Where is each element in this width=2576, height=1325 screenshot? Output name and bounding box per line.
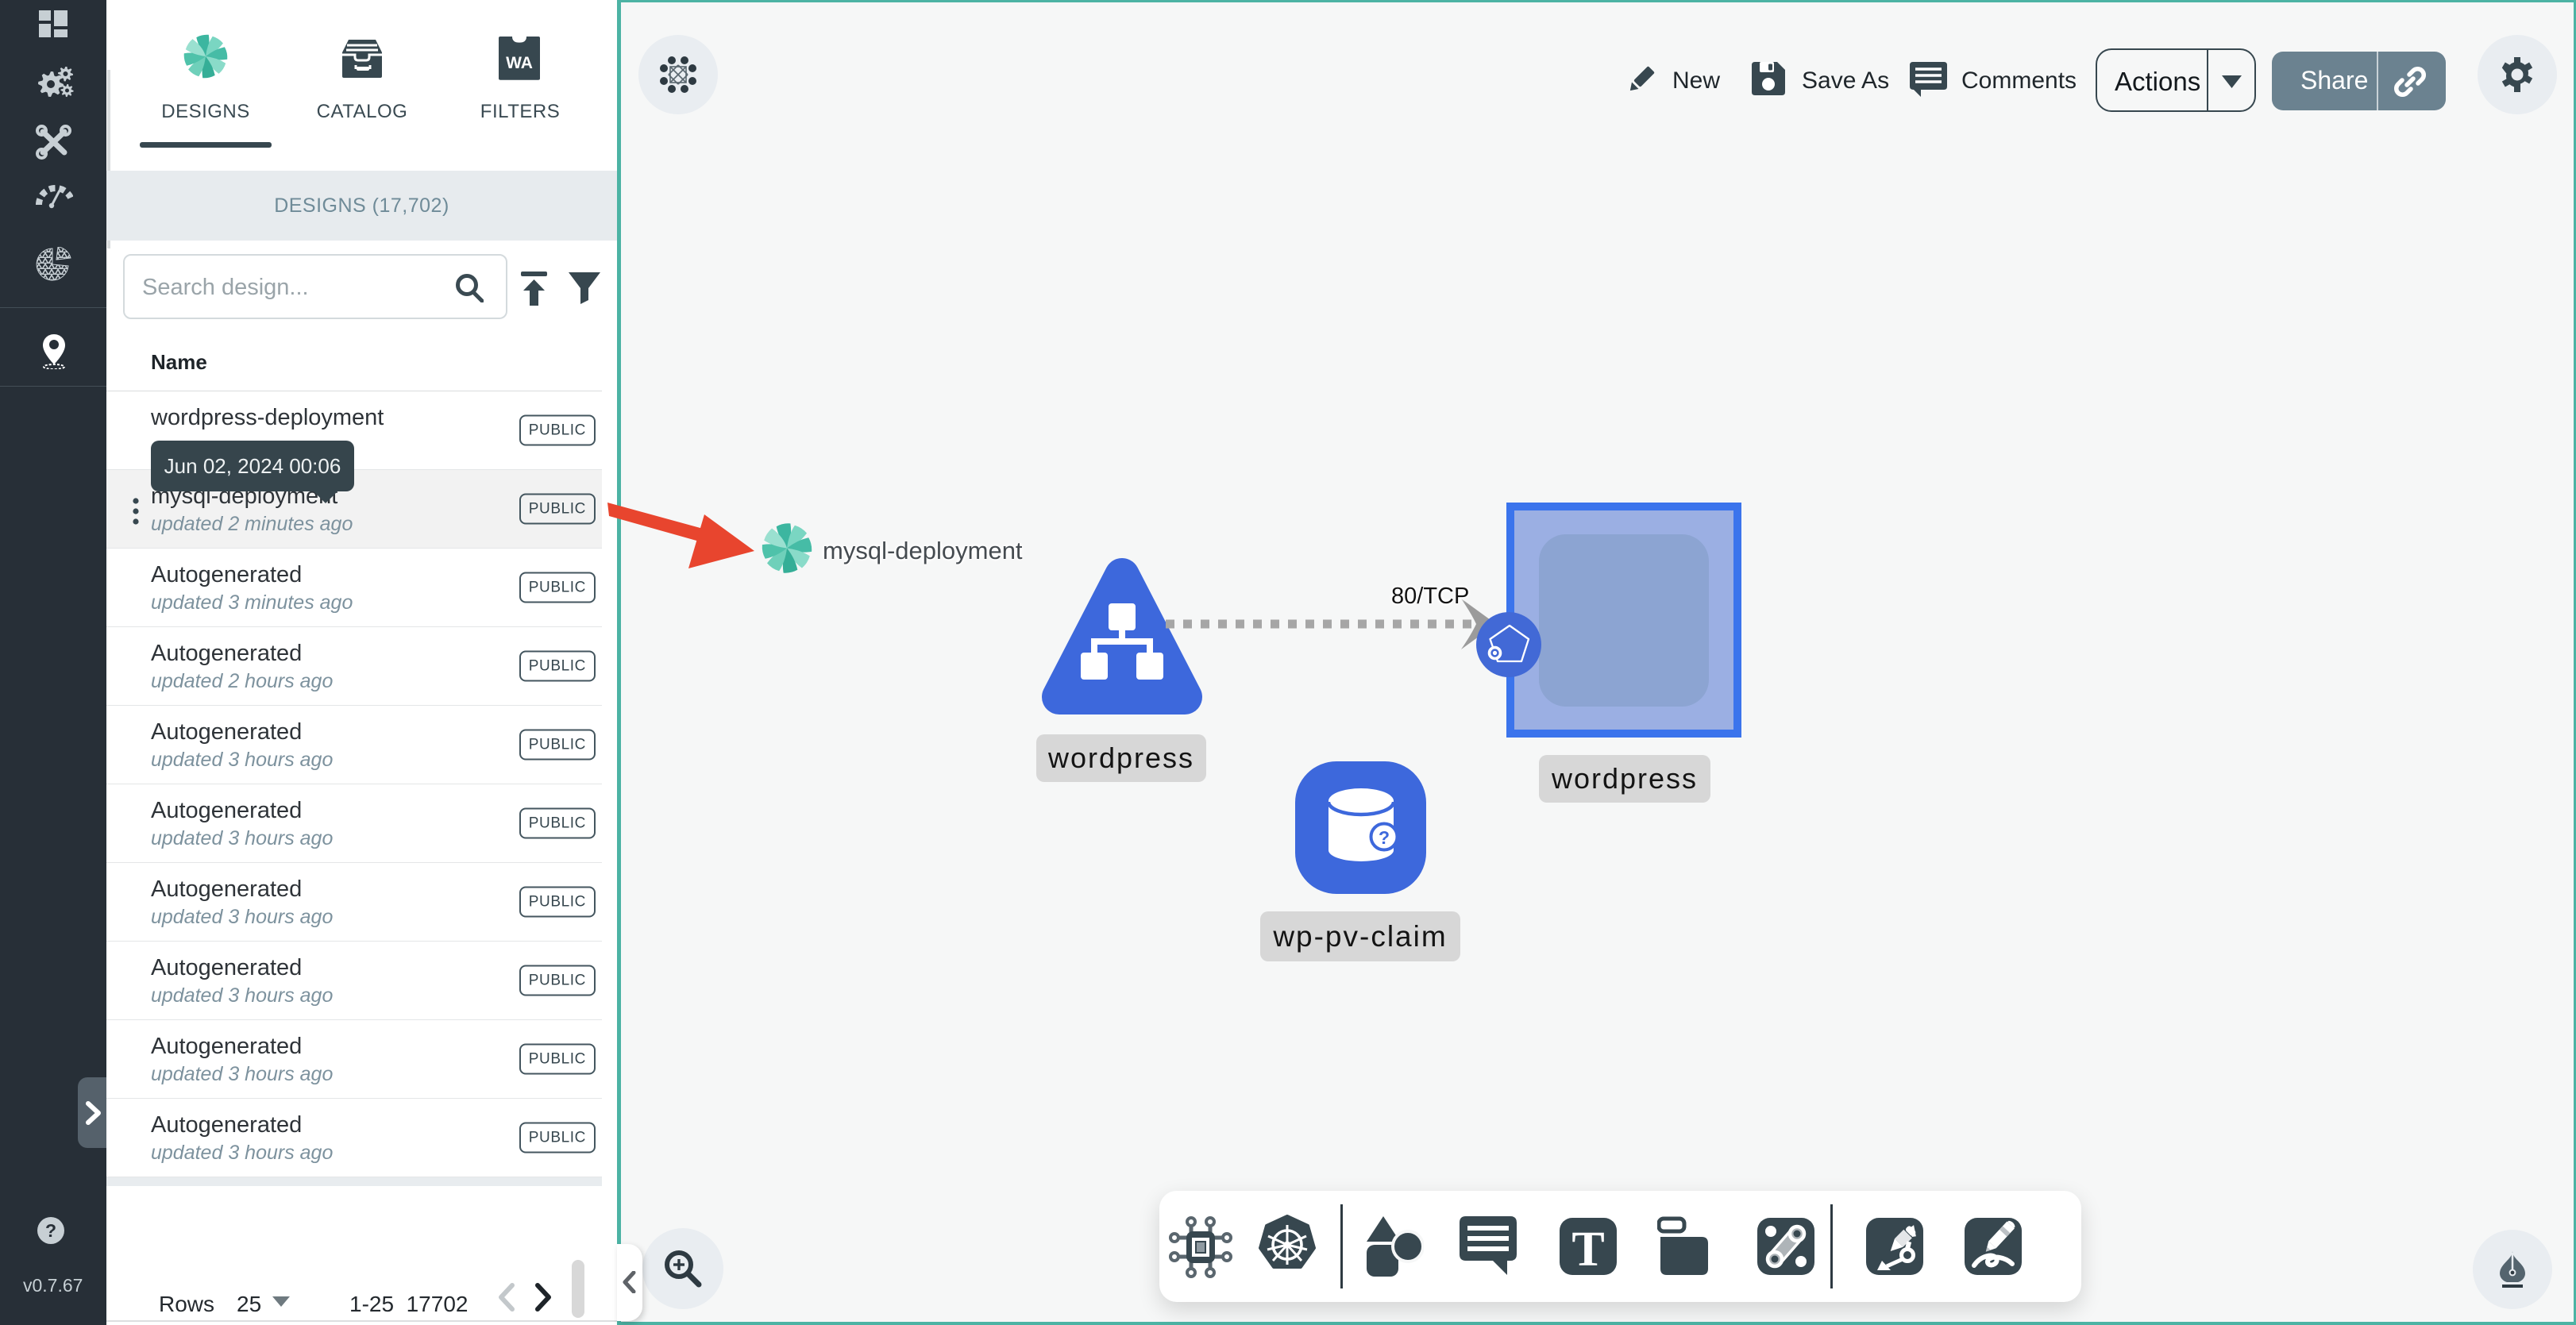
svg-text:T: T [1571, 1223, 1604, 1277]
svg-text:?: ? [1379, 827, 1390, 848]
svg-text:?: ? [45, 1220, 56, 1241]
svg-text:WA: WA [506, 54, 533, 72]
